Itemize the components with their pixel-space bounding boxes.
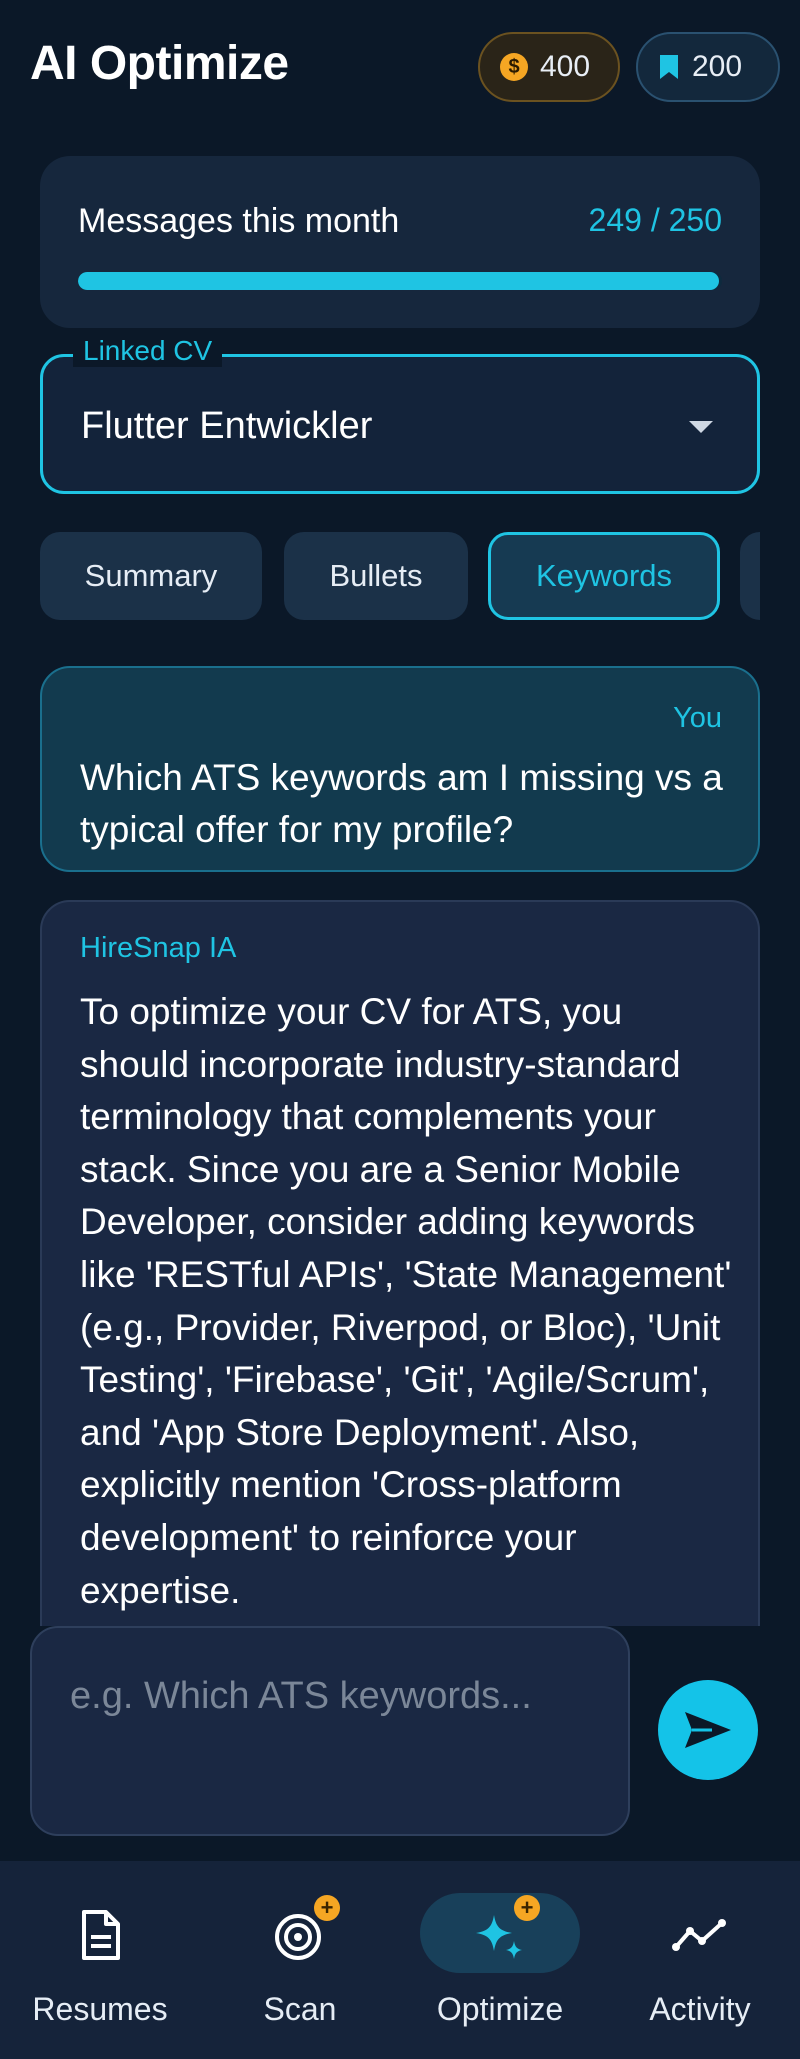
scan-target-icon: + <box>260 1895 340 1975</box>
nav-item-optimize[interactable]: + Optimize <box>400 1861 600 2059</box>
bookmarks-balance-button[interactable]: 200 <box>636 32 780 102</box>
user-message-text: Which ATS keywords am I missing vs a typ… <box>80 757 723 850</box>
bookmark-icon <box>658 53 680 81</box>
sparkle-icon: + <box>460 1895 540 1975</box>
chevron-down-icon <box>689 421 713 433</box>
send-button[interactable] <box>658 1680 758 1780</box>
quota-label: Messages this month <box>78 202 400 240</box>
ai-message-author: HireSnap IA <box>80 932 237 964</box>
linked-cv-label: Linked CV <box>73 335 223 367</box>
message-input[interactable] <box>32 1628 628 1834</box>
linked-cv-dropdown[interactable]: Linked CV Flutter Entwickler <box>40 335 760 494</box>
chip-bullets[interactable]: Bullets <box>284 532 468 620</box>
linked-cv-value: Flutter Entwickler <box>81 405 373 447</box>
quota-progress-bar <box>78 272 722 290</box>
coin-icon: $ <box>500 53 528 81</box>
prompt-chips: Summary Bullets Keywords <box>40 532 760 622</box>
quota-progress-fill <box>78 272 720 290</box>
bookmarks-count: 200 <box>692 50 743 83</box>
document-icon <box>60 1895 140 1975</box>
optimize-badge-plus-icon: + <box>514 1895 540 1921</box>
coins-balance-button[interactable]: $ 400 <box>478 32 620 102</box>
activity-chart-icon <box>660 1895 740 1975</box>
user-message-author: You <box>673 702 722 734</box>
send-icon <box>685 1712 731 1748</box>
ai-message-text: To optimize your CV for ATS, you should … <box>80 991 732 1611</box>
user-message: You Which ATS keywords am I missing vs a… <box>40 666 760 872</box>
chip-keywords[interactable]: Keywords <box>488 532 720 620</box>
message-composer <box>30 1626 630 1836</box>
chip-summary[interactable]: Summary <box>40 532 262 620</box>
nav-label-resumes: Resumes <box>32 1991 168 2027</box>
nav-label-activity: Activity <box>649 1991 751 2027</box>
nav-label-optimize: Optimize <box>436 1991 564 2027</box>
chat-thread[interactable]: You Which ATS keywords am I missing vs a… <box>0 664 800 1626</box>
scan-badge-plus-icon: + <box>314 1895 340 1921</box>
message-quota-card: Messages this month 249 / 250 <box>40 156 760 328</box>
page-title: AI Optimize <box>30 37 289 90</box>
nav-item-activity[interactable]: Activity <box>600 1861 800 2059</box>
coins-count: 400 <box>540 50 591 83</box>
app-header: AI Optimize $ 400 200 <box>0 0 800 140</box>
nav-label-scan: Scan <box>263 1991 337 2027</box>
bottom-navigation: Resumes + Scan + Optimize Activity <box>0 1861 800 2059</box>
nav-item-resumes[interactable]: Resumes <box>0 1861 200 2059</box>
ai-message: HireSnap IA To optimize your CV for ATS,… <box>40 900 760 1626</box>
quota-value: 249 / 250 <box>588 202 722 238</box>
nav-item-scan[interactable]: + Scan <box>200 1861 400 2059</box>
chip-next-partial[interactable] <box>740 532 760 620</box>
